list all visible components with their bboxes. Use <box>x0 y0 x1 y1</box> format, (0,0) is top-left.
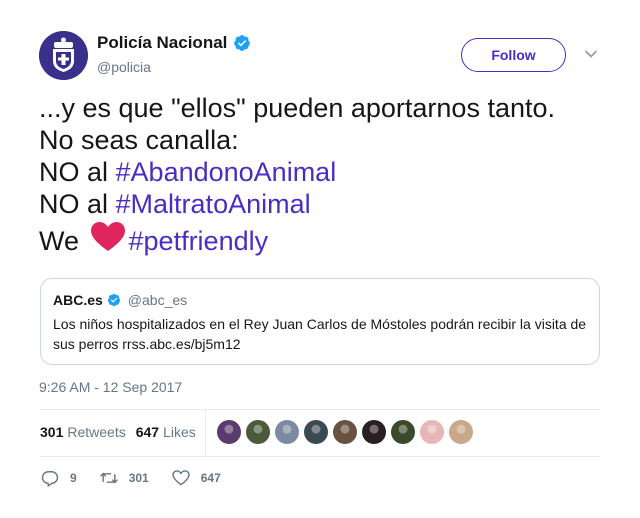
like-button[interactable]: 647 <box>171 468 221 488</box>
liker-avatar[interactable] <box>275 420 299 444</box>
likes-count: 647 <box>135 424 160 440</box>
hashtag-petfriendly[interactable]: #petfriendly <box>129 226 269 256</box>
follow-button[interactable]: Follow <box>461 38 566 72</box>
retweet-icon <box>100 472 118 484</box>
tweet-line: We #petfriendly <box>39 222 619 257</box>
likes-stat[interactable]: 647 Likes <box>136 424 196 440</box>
quoted-author-handle[interactable]: @abc_es <box>128 292 187 308</box>
police-badge-icon <box>39 31 88 80</box>
quoted-tweet-text: Los niños hospitalizados en el Rey Juan … <box>53 316 587 352</box>
liker-avatar[interactable] <box>420 420 444 444</box>
reply-icon <box>41 471 59 487</box>
author-avatar[interactable] <box>39 31 88 80</box>
hashtag-maltrato-animal[interactable]: #MaltratoAnimal <box>116 189 311 219</box>
author-display-name[interactable]: Policía Nacional <box>97 33 227 53</box>
red-heart-emoji-icon <box>90 222 125 251</box>
liker-avatar[interactable] <box>333 420 357 444</box>
tweet-stats: 301 Retweets 647 Likes <box>40 424 196 440</box>
tweet-line: NO al #AbandonoAnimal <box>39 156 619 188</box>
like-count: 647 <box>200 471 221 485</box>
tweet-timestamp[interactable]: 9:26 AM - 12 Sep 2017 <box>39 379 182 395</box>
likes-label: Likes <box>163 424 196 440</box>
tweet-line: No seas canalla: <box>39 125 239 155</box>
quoted-tweet-card[interactable]: ABC.es @abc_es Los niños hospitalizados … <box>40 278 600 365</box>
tweet-text-segment: NO al <box>39 157 116 187</box>
liker-avatar[interactable] <box>391 420 415 444</box>
quoted-tweet-header: ABC.es @abc_es <box>53 292 187 308</box>
retweets-count: 301 <box>40 424 64 440</box>
liker-avatar[interactable] <box>246 420 270 444</box>
tweet-line: NO al #MaltratoAnimal <box>39 188 619 220</box>
divider <box>40 409 600 410</box>
hashtag-abandono-animal[interactable]: #AbandonoAnimal <box>116 157 337 187</box>
tweet-text-segment: We <box>39 226 87 256</box>
author-name-row[interactable]: Policía Nacional <box>97 33 251 53</box>
retweets-stat[interactable]: 301 Retweets <box>40 424 126 440</box>
divider <box>40 456 600 457</box>
liker-avatar[interactable] <box>304 420 328 444</box>
tweet-actions: 9 301 647 <box>40 468 243 488</box>
heart-outline-icon <box>172 470 190 486</box>
author-handle[interactable]: @policia <box>97 59 151 75</box>
reply-button[interactable]: 9 <box>40 468 77 488</box>
tweet-line: ...y es que "ellos" pueden aportarnos ta… <box>39 93 556 123</box>
retweet-count: 301 <box>128 471 149 485</box>
liker-avatar[interactable] <box>362 420 386 444</box>
liker-avatar[interactable] <box>449 420 473 444</box>
verified-badge-icon <box>107 293 120 307</box>
liker-avatar[interactable] <box>217 420 241 444</box>
verified-badge-icon <box>234 35 251 51</box>
liker-avatars <box>217 420 473 444</box>
retweets-label: Retweets <box>67 424 126 440</box>
stats-divider <box>205 410 206 456</box>
retweet-button[interactable]: 301 <box>99 468 149 488</box>
reply-count: 9 <box>70 471 77 485</box>
chevron-down-icon[interactable] <box>584 49 598 59</box>
tweet-text: ...y es que "ellos" pueden aportarnos ta… <box>39 92 619 257</box>
quoted-author-name[interactable]: ABC.es <box>53 292 103 308</box>
tweet-text-segment: NO al <box>39 189 116 219</box>
